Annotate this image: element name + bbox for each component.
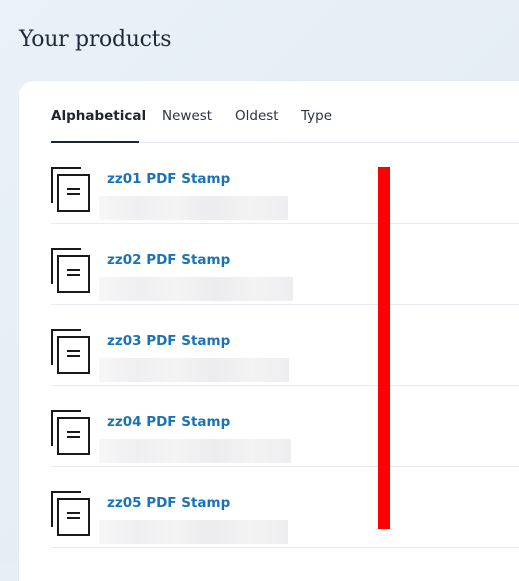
list-item: zz03 PDF Stamp [51, 305, 519, 386]
page-title: Your products [19, 27, 172, 52]
list-item: zz05 PDF Stamp [51, 467, 519, 548]
tab-alphabetical[interactable]: Alphabetical [51, 108, 146, 124]
list-item: zz04 PDF Stamp [51, 386, 519, 467]
document-stack-icon [51, 248, 90, 293]
redacted-details [99, 520, 288, 544]
product-link[interactable]: zz03 PDF Stamp [107, 333, 230, 349]
annotation-bar [378, 167, 390, 529]
list-item: zz01 PDF Stamp [51, 143, 519, 224]
tab-oldest[interactable]: Oldest [235, 108, 279, 124]
product-link[interactable]: zz01 PDF Stamp [107, 171, 230, 187]
list-item: zz02 PDF Stamp [51, 224, 519, 305]
document-stack-icon [51, 410, 90, 455]
products-card: Alphabetical Newest Oldest Type zz01 PDF… [19, 81, 519, 581]
product-link[interactable]: zz02 PDF Stamp [107, 252, 230, 268]
redacted-details [99, 196, 288, 220]
product-link[interactable]: zz05 PDF Stamp [107, 495, 230, 511]
redacted-details [99, 439, 291, 463]
tab-type[interactable]: Type [301, 108, 332, 124]
redacted-details [99, 358, 289, 382]
tab-newest[interactable]: Newest [162, 108, 212, 124]
document-stack-icon [51, 491, 90, 536]
product-link[interactable]: zz04 PDF Stamp [107, 414, 230, 430]
document-stack-icon [51, 167, 90, 212]
product-list: zz01 PDF Stamp zz02 PDF Stamp zz03 PDF S… [51, 143, 519, 548]
document-stack-icon [51, 329, 90, 374]
redacted-details [99, 277, 293, 301]
sort-tabs: Alphabetical Newest Oldest Type [51, 81, 519, 143]
